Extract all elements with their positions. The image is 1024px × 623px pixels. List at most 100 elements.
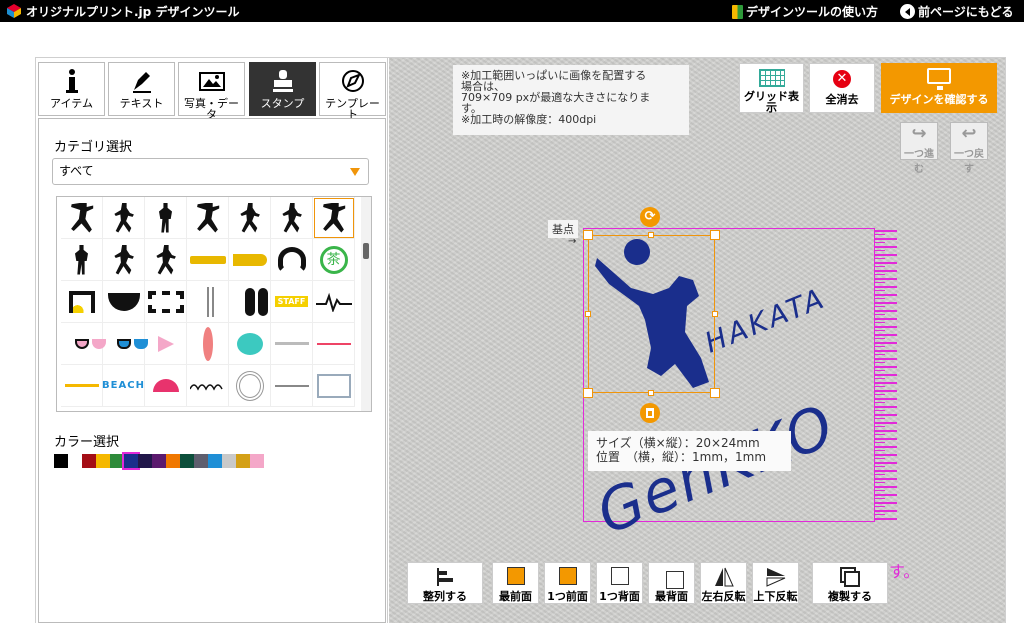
resize-handle-n[interactable] — [648, 232, 654, 238]
bowl-stamp[interactable] — [103, 281, 145, 323]
back-link[interactable]: 前ページにもどる — [900, 3, 1014, 20]
color-swatch[interactable] — [138, 454, 152, 468]
position-readout: 位置 （横，縦）：1mm，1mm — [596, 450, 767, 464]
trombone-stamp[interactable] — [187, 239, 229, 281]
film-stamp[interactable] — [145, 281, 187, 323]
dancer-stamp[interactable] — [187, 197, 229, 239]
sunglasses-stamp[interactable] — [103, 323, 145, 365]
color-swatch[interactable] — [122, 452, 140, 470]
headphones-stamp[interactable] — [271, 239, 313, 281]
frame-stamp[interactable] — [313, 365, 355, 407]
duplicate-button[interactable]: 複製する — [812, 562, 888, 604]
beach-line-stamp[interactable] — [61, 365, 103, 407]
stamp-grid: 茶 STAFF BEACH — [56, 196, 372, 412]
flip-vertical-button[interactable]: 上下反転 — [752, 562, 799, 604]
beach-text-stamp[interactable]: BEACH — [102, 365, 145, 407]
trumpet-stamp[interactable] — [229, 239, 271, 281]
resize-handle-nw[interactable] — [583, 230, 593, 240]
tab-photo-data-label: 写真・データ — [184, 97, 239, 121]
send-to-back-button[interactable]: 最背面 — [648, 562, 695, 604]
resize-handle-ne[interactable] — [710, 230, 720, 240]
rotate-icon[interactable]: ⟳ — [640, 207, 660, 227]
sunrise-stamp[interactable] — [145, 365, 187, 407]
color-swatch[interactable] — [208, 454, 222, 468]
staff-stamp[interactable]: STAFF — [271, 281, 313, 323]
turtle-stamp[interactable] — [229, 323, 271, 365]
basketball-stamp[interactable] — [61, 239, 103, 281]
bring-forward-button[interactable]: 1つ前面 — [544, 562, 591, 604]
flip-horizontal-button[interactable]: 左右反転 — [700, 562, 747, 604]
golfer-stamp[interactable] — [145, 197, 187, 239]
music-note-stamp[interactable] — [61, 281, 103, 323]
color-swatch[interactable] — [68, 454, 82, 468]
design-canvas[interactable]: ※加工範囲いっぱいに画像を配置する 場合は、 709×709 pxが最適な大きさ… — [389, 58, 1005, 623]
skier-stamp[interactable] — [103, 197, 145, 239]
resize-handle-sw[interactable] — [583, 388, 593, 398]
back-icon — [665, 571, 684, 589]
bring-to-front-button[interactable]: 最前面 — [492, 562, 539, 604]
help-link[interactable]: デザインツールの使い方 — [732, 3, 878, 20]
clear-all-button[interactable]: ✕ 全消去 — [809, 63, 875, 113]
undo-button[interactable]: ↩ 一つ戻す — [950, 122, 988, 175]
notice-line: 709×709 pxが最適な大きさになりま — [461, 91, 651, 104]
heartbeat-stamp[interactable] — [313, 281, 355, 323]
category-select-value: すべて — [59, 164, 94, 178]
tea-stamp[interactable]: 茶 — [313, 239, 355, 281]
resize-handle-se[interactable] — [710, 388, 720, 398]
color-swatch[interactable] — [250, 454, 264, 468]
flip-horizontal-label: 左右反転 — [701, 590, 746, 603]
resize-handle-s[interactable] — [648, 390, 654, 396]
color-swatch[interactable] — [194, 454, 208, 468]
selection-box — [588, 235, 715, 393]
align-button[interactable]: 整列する — [407, 562, 483, 604]
help-link-label: デザインツールの使い方 — [746, 5, 879, 19]
bring-to-front-label: 最前面 — [499, 590, 532, 603]
snowboard-stamp[interactable] — [61, 197, 103, 239]
resize-handle-e[interactable] — [712, 311, 718, 317]
flag-stamp[interactable] — [145, 323, 187, 365]
tennis-stamp[interactable] — [271, 197, 313, 239]
send-backward-button[interactable]: 1つ背面 — [596, 562, 643, 604]
color-swatch[interactable] — [54, 454, 68, 468]
confirm-design-button[interactable]: デザインを確認する — [881, 63, 997, 113]
grid-toggle-button[interactable]: グリッド表示 — [739, 63, 804, 113]
baseball-stamp[interactable] — [145, 239, 187, 281]
tab-stamp[interactable]: スタンプ — [249, 62, 316, 116]
soccer-stamp[interactable] — [103, 239, 145, 281]
color-swatch[interactable] — [152, 454, 166, 468]
trash-icon[interactable] — [640, 403, 660, 423]
color-swatch[interactable] — [166, 454, 180, 468]
ruler-minor — [875, 230, 885, 522]
hanger-stamp[interactable] — [187, 281, 229, 323]
line-stamp[interactable] — [271, 323, 313, 365]
top-bar: オリジナルプリント.jp デザインツール デザインツールの使い方 前ページにもど… — [0, 0, 1024, 22]
back-link-label: 前ページにもどる — [918, 5, 1014, 19]
logo-icon — [7, 4, 21, 18]
waves-stamp[interactable] — [187, 365, 229, 407]
tab-photo-data[interactable]: 写真・データ — [178, 62, 245, 120]
resize-handle-w[interactable] — [585, 311, 591, 317]
category-label: カテゴリ選択 — [54, 140, 133, 155]
color-swatch[interactable] — [222, 454, 236, 468]
color-swatch[interactable] — [96, 454, 110, 468]
color-swatch[interactable] — [82, 454, 96, 468]
redo-button[interactable]: ↪ 一つ進む — [900, 122, 938, 175]
color-swatch[interactable] — [110, 454, 124, 468]
rope-stamp[interactable] — [229, 365, 271, 407]
color-swatch[interactable] — [236, 454, 250, 468]
color-swatch[interactable] — [180, 454, 194, 468]
stamp-grid-scrollbar[interactable] — [361, 197, 371, 411]
scrollbar-thumb[interactable] — [363, 243, 369, 259]
tab-template[interactable]: テンプレート — [319, 62, 386, 120]
category-select[interactable]: すべて — [52, 158, 369, 185]
tab-item[interactable]: アイテム — [38, 62, 105, 116]
heart-sunglasses-stamp[interactable] — [61, 323, 103, 365]
footprints-stamp[interactable] — [229, 281, 271, 323]
tab-text[interactable]: テキスト — [108, 62, 175, 116]
arrow-stamp[interactable] — [271, 365, 313, 407]
wave-line-stamp[interactable] — [313, 323, 355, 365]
surfboard-stamp[interactable] — [187, 323, 229, 365]
bring-forward-label: 1つ前面 — [547, 590, 588, 603]
volleyball-stamp[interactable] — [313, 197, 355, 239]
runner-stamp[interactable] — [229, 197, 271, 239]
